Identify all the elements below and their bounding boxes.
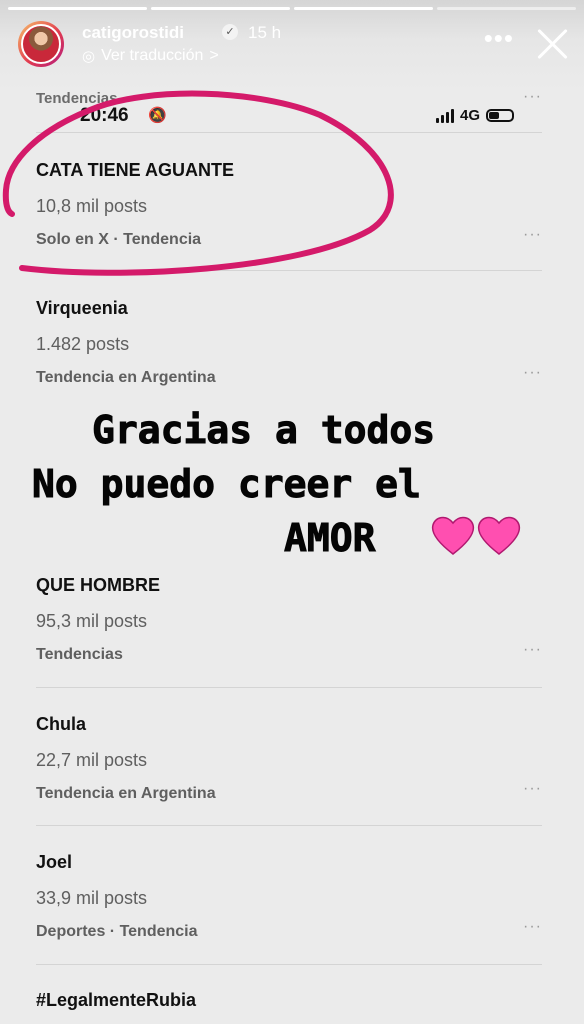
translate-label: Ver traducción xyxy=(101,47,204,64)
more-dots-icon[interactable]: ··· xyxy=(523,780,542,798)
verified-badge-icon: ✓ xyxy=(222,24,238,40)
translate-link[interactable]: ◎ Ver traducción > xyxy=(82,47,219,65)
overlay-line-1: Gracias a todos xyxy=(91,408,436,453)
more-dots-icon[interactable]: ··· xyxy=(523,364,542,382)
hearts-emoji xyxy=(430,514,522,556)
trend-meta: Deportes · Tendencia xyxy=(36,923,198,940)
trend-name: Virqueenia xyxy=(36,298,128,318)
pink-circle-annotation xyxy=(2,90,394,276)
instagram-story[interactable]: catigorostidi ✓ 15 h ◎ Ver traducción > … xyxy=(0,0,584,1024)
trend-name: QUE HOMBRE xyxy=(36,575,161,595)
trend-item[interactable]: Virqueenia 1.482 posts Tendencia en Arge… xyxy=(36,298,542,387)
trend-item[interactable]: QUE HOMBRE 95,3 mil posts Tendencias ··· xyxy=(36,575,542,664)
story-progress-bar xyxy=(8,7,576,10)
chevron-right-icon: > xyxy=(209,47,219,64)
divider xyxy=(36,825,542,826)
trend-item[interactable]: Chula 22,7 mil posts Tendencia en Argent… xyxy=(36,714,542,803)
avatar[interactable] xyxy=(18,21,64,67)
close-icon[interactable] xyxy=(534,26,570,62)
username[interactable]: catigorostidi xyxy=(82,23,184,43)
trend-count: 33,9 mil posts xyxy=(36,888,148,908)
trend-meta: Tendencias xyxy=(36,646,123,663)
heart-icon xyxy=(431,516,475,555)
time-ago: 15 h xyxy=(248,23,282,42)
trend-item[interactable]: #LegalmenteRubia xyxy=(36,990,542,1011)
more-dots-icon[interactable]: ··· xyxy=(523,918,542,936)
overlay-line-2: No puedo creer el xyxy=(32,462,422,507)
trend-name: Joel xyxy=(36,852,73,872)
trend-name: #LegalmenteRubia xyxy=(36,990,197,1010)
more-horizontal-icon[interactable]: ••• xyxy=(484,25,514,51)
progress-segment xyxy=(437,7,576,10)
trend-meta: Tendencia en Argentina xyxy=(36,369,216,386)
more-dots-icon[interactable]: ··· xyxy=(523,641,542,659)
heart-icon xyxy=(477,516,521,555)
trend-meta: Tendencia en Argentina xyxy=(36,785,216,802)
overlay-line-3: AMOR xyxy=(284,516,377,561)
progress-segment xyxy=(151,7,290,10)
trend-count: 95,3 mil posts xyxy=(36,611,148,631)
divider xyxy=(36,964,542,965)
divider xyxy=(36,687,542,688)
globe-icon: ◎ xyxy=(82,48,96,65)
progress-segment xyxy=(8,7,147,10)
trend-item[interactable]: Joel 33,9 mil posts Deportes · Tendencia… xyxy=(36,852,542,941)
trend-count: 22,7 mil posts xyxy=(36,750,148,770)
progress-segment xyxy=(294,7,433,10)
trend-count: 1.482 posts xyxy=(36,334,130,354)
trend-name: Chula xyxy=(36,714,87,734)
story-header: catigorostidi ✓ 15 h ◎ Ver traducción > … xyxy=(16,18,570,78)
